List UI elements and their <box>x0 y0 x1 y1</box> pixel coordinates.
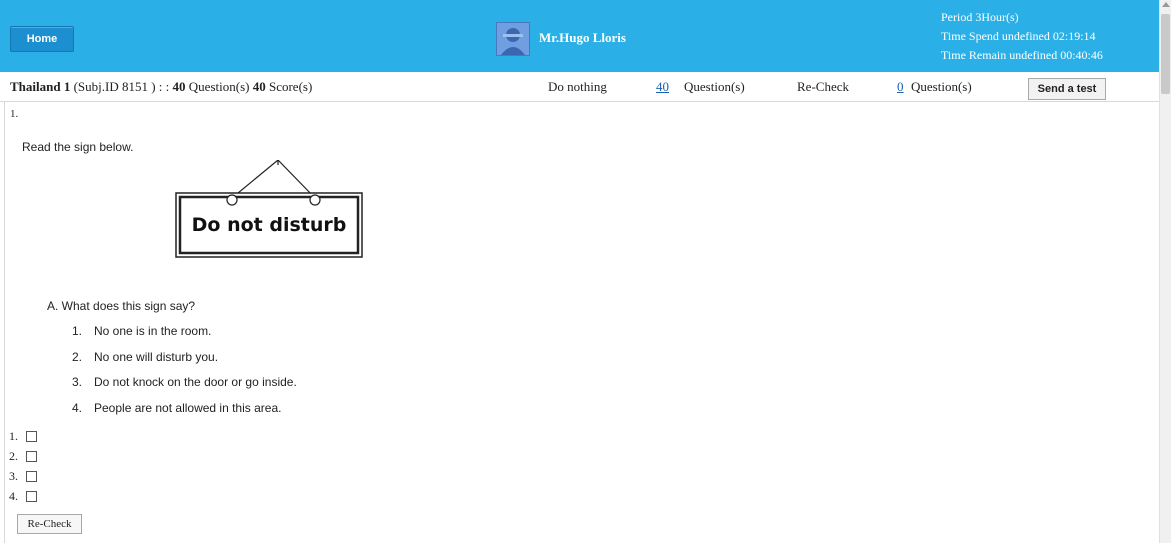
do-nothing-unit: Question(s) <box>684 79 745 94</box>
question-count: 40 <box>172 79 186 94</box>
sign-image: Do not disturb <box>170 159 370 265</box>
answer-2-checkbox[interactable] <box>26 451 37 462</box>
option-text: No one will disturb you. <box>94 350 219 364</box>
sign-text: Do not disturb <box>191 214 347 236</box>
option-number: 3. <box>72 375 83 389</box>
test-status-bar: Thailand 1 (Subj.ID 8151 ) : : 40 Questi… <box>0 72 1159 102</box>
answer-row-4: 4. <box>9 489 37 504</box>
send-test-button[interactable]: Send a test <box>1028 78 1106 100</box>
answer-4-checkbox[interactable] <box>26 491 37 502</box>
score-count: 40 <box>252 79 266 94</box>
option-text: No one is in the room. <box>94 324 212 338</box>
option-3: 3. Do not knock on the door or go inside. <box>72 375 297 389</box>
user-avatar-icon <box>497 23 529 55</box>
option-2: 2. No one will disturb you. <box>72 350 218 364</box>
re-check-button[interactable]: Re-Check <box>17 514 82 534</box>
scroll-up-arrow-icon[interactable] <box>1162 2 1170 7</box>
question-number: 1. <box>10 108 19 120</box>
subject-id: (Subj.ID 8151 ) : : <box>73 79 170 94</box>
vertical-scrollbar[interactable] <box>1159 0 1171 543</box>
answer-row-3: 3. <box>9 469 37 484</box>
home-button[interactable]: Home <box>10 26 74 52</box>
do-nothing-label: Do nothing <box>548 79 607 94</box>
answer-1-checkbox[interactable] <box>26 431 37 442</box>
time-spend-text: Time Spend undefined 02:19:14 <box>941 29 1096 43</box>
period-text: Period 3Hour(s) <box>941 10 1019 24</box>
subject-info: Thailand 1 (Subj.ID 8151 ) : : 40 Questi… <box>10 79 312 95</box>
answer-number: 2. <box>9 449 18 463</box>
scrollbar-thumb[interactable] <box>1161 14 1170 94</box>
answer-number: 1. <box>9 429 18 443</box>
answer-number: 3. <box>9 469 18 483</box>
subject-name: Thailand 1 <box>10 79 71 94</box>
option-4: 4. People are not allowed in this area. <box>72 401 281 415</box>
re-check-unit: Question(s) <box>911 79 972 94</box>
question-prompt: Read the sign below. <box>22 140 134 154</box>
answer-number: 4. <box>9 489 18 503</box>
answer-3-checkbox[interactable] <box>26 471 37 482</box>
do-nothing-count-link[interactable]: 40 <box>656 79 669 95</box>
sub-question: A. What does this sign say? <box>47 299 196 313</box>
re-check-label: Re-Check <box>797 79 849 94</box>
time-remain-text: Time Remain undefined 00:40:46 <box>941 48 1103 62</box>
option-1: 1. No one is in the room. <box>72 324 211 338</box>
option-number: 2. <box>72 350 83 364</box>
option-text: Do not knock on the door or go inside. <box>94 375 297 389</box>
question-label: Question(s) <box>188 79 250 94</box>
avatar <box>496 22 530 56</box>
answer-row-1: 1. <box>9 429 37 444</box>
user-name: Mr.Hugo Lloris <box>539 30 626 45</box>
re-check-count-link[interactable]: 0 <box>897 79 904 95</box>
option-number: 4. <box>72 401 83 415</box>
top-header: Home Mr.Hugo Lloris Period 3Hour(s) Time… <box>0 0 1159 72</box>
score-label: Score(s) <box>268 79 313 94</box>
answer-row-2: 2. <box>9 449 37 464</box>
option-number: 1. <box>72 324 83 338</box>
time-info: Period 3Hour(s) Time Spend undefined 02:… <box>941 8 1103 65</box>
option-text: People are not allowed in this area. <box>94 401 282 415</box>
